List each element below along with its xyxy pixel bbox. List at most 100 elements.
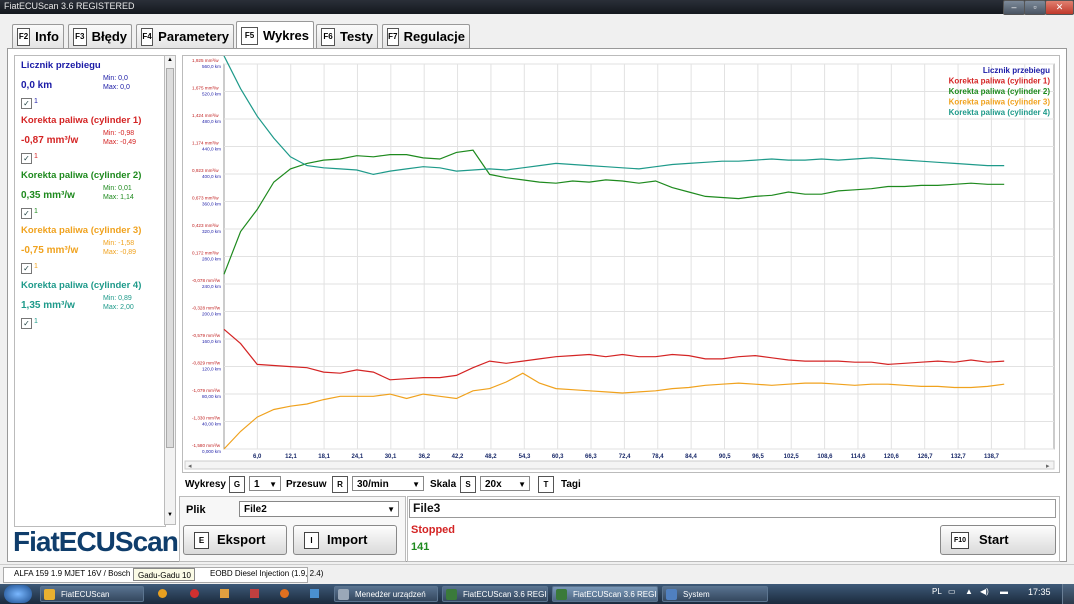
legend-entry: Korekta paliwa (cylinder 2) — [949, 87, 1051, 96]
taskbar-item-fiatecuscan-1[interactable]: FiatECUScan 3.6 REGI... — [442, 586, 548, 602]
sensor-max: Max: 0,0 — [103, 84, 130, 91]
y-tick-label-fuel: 1,675 mm³/w — [192, 86, 219, 91]
y-tick-label-fuel: 1,174 mm³/w — [192, 141, 219, 146]
y-tick-label-km: 480,0 km — [202, 119, 221, 124]
tab-testy[interactable]: F6 Testy — [316, 24, 378, 48]
wykresy-key[interactable]: G — [229, 476, 245, 493]
tab-bledy[interactable]: F3 Błędy — [68, 24, 132, 48]
language-indicator[interactable]: PL — [932, 587, 942, 596]
tooltip: Gadu-Gadu 10 — [133, 568, 195, 581]
folder-icon — [44, 589, 55, 600]
taskbar-item-fiatecuscan[interactable]: FiatECUScan — [40, 586, 144, 602]
volume-icon[interactable]: ◀) — [980, 587, 989, 596]
sensor-min: Min: -0,98 — [103, 130, 135, 137]
y-tick-label-km: 520,0 km — [202, 92, 221, 97]
scroll-down-icon[interactable]: ▼ — [166, 512, 174, 522]
start-button[interactable]: F10 Start — [940, 525, 1056, 555]
eksport-button[interactable]: E Eksport — [183, 525, 287, 555]
legend-entry: Licznik przebiegu — [983, 66, 1050, 75]
sensor-checkbox-label: 1 — [34, 153, 38, 160]
ecu-label: EOBD Diesel Injection (1.9, 2.4) — [210, 569, 324, 578]
app-icon[interactable] — [250, 589, 259, 598]
tab-info[interactable]: F2 Info — [12, 24, 64, 48]
sensor-list-scrollbar[interactable]: ▲ ▼ — [164, 55, 176, 525]
start-orb-icon[interactable] — [4, 585, 32, 603]
sensor-checkbox-label: 1 — [34, 263, 38, 270]
app-icon[interactable] — [190, 589, 199, 598]
x-tick-label: 36,2 — [418, 454, 430, 460]
tab-label: Parametery — [158, 29, 229, 44]
import-button[interactable]: I Import — [293, 525, 397, 555]
sensor-max: Max: -0,49 — [103, 139, 137, 146]
sensor-name: Korekta paliwa (cylinder 2) — [21, 170, 142, 181]
x-tick-label: 78,4 — [652, 454, 664, 460]
taskbar-item-label: Menedżer urządzeń — [355, 590, 426, 599]
app-icon[interactable] — [158, 589, 167, 598]
y-tick-label-fuel: 0,673 mm³/w — [192, 196, 219, 201]
tab-key: F3 — [73, 27, 87, 46]
plik-select[interactable]: File2 ▼ — [239, 501, 399, 517]
scroll-up-icon[interactable]: ▲ — [166, 57, 174, 67]
app-icon[interactable] — [310, 589, 319, 598]
sensor-checkbox[interactable]: ✓ — [21, 98, 32, 109]
system-icon — [666, 589, 677, 600]
przesuw-key[interactable]: R — [332, 476, 348, 493]
x-tick-label: 138,7 — [984, 454, 1000, 460]
tab-label: Regulacje — [403, 29, 465, 44]
x-tick-label: 102,5 — [784, 454, 800, 460]
sensor-value: 0,0 km — [21, 80, 53, 91]
tagi-label: Tagi — [561, 479, 581, 490]
skala-value: 20x — [485, 479, 502, 490]
taskbar-item-system[interactable]: System — [662, 586, 768, 602]
y-tick-label-fuel: 1,424 mm³/w — [192, 113, 219, 118]
vehicle-label: ALFA 159 1.9 MJET 16V / Bosch — [14, 569, 131, 578]
x-tick-label: 72,4 — [619, 454, 631, 460]
tab-key: F7 — [387, 27, 399, 46]
wykresy-select[interactable]: 1 ▼ — [249, 476, 281, 491]
taskbar-item-fiatecuscan-2[interactable]: FiatECUScan 3.6 REGI... — [552, 586, 658, 602]
x-tick-label: 6,0 — [253, 454, 262, 460]
tab-parametery[interactable]: F4 Parametery — [136, 24, 234, 48]
skala-select[interactable]: 20x ▼ — [480, 476, 530, 491]
close-button[interactable]: ✕ — [1045, 0, 1074, 15]
chevron-down-icon: ▼ — [518, 480, 526, 489]
sensor-checkbox[interactable]: ✓ — [21, 263, 32, 274]
fiatecuscan-icon — [556, 589, 567, 600]
sensor-min: Min: 0,0 — [103, 75, 128, 82]
scrollbar-thumb[interactable] — [166, 68, 174, 448]
przesuw-select[interactable]: 30/min ▼ — [352, 476, 424, 491]
skala-key[interactable]: S — [460, 476, 476, 493]
power-icon[interactable]: ▬ — [1000, 587, 1008, 596]
x-tick-label: 114,6 — [851, 454, 866, 460]
app-icon[interactable] — [220, 589, 229, 598]
sensor-checkbox[interactable]: ✓ — [21, 153, 32, 164]
x-tick-label: 126,7 — [918, 454, 934, 460]
y-tick-label-km: 80,00 km — [202, 394, 221, 399]
przesuw-label: Przesuw — [286, 479, 327, 490]
maximize-button[interactable]: ▫ — [1024, 0, 1046, 15]
y-tick-label-km: 560,0 km — [202, 64, 221, 69]
chart-scrollbar — [184, 460, 1055, 470]
tab-key: F4 — [141, 27, 154, 46]
filename-input[interactable]: File3 — [409, 499, 1056, 518]
app-icon[interactable] — [280, 589, 289, 598]
tab-regulacje[interactable]: F7 Regulacje — [382, 24, 470, 48]
x-tick-label: 84,4 — [685, 454, 697, 460]
sensor-checkbox-label: 1 — [34, 98, 38, 105]
wykresy-value: 1 — [254, 479, 260, 490]
network-icon[interactable]: ▭ — [948, 587, 956, 596]
taskbar-item-device-manager[interactable]: Menedżer urządzeń — [334, 586, 438, 602]
show-desktop-button[interactable] — [1062, 584, 1074, 604]
y-tick-label-fuel: -1,079 mm³/w — [192, 388, 221, 393]
sensor-checkbox[interactable]: ✓ — [21, 318, 32, 329]
przesuw-value: 30/min — [357, 479, 389, 490]
tab-wykres[interactable]: F5 Wykres — [236, 21, 314, 49]
tray-expand-icon[interactable]: ▲ — [965, 587, 973, 596]
sensor-checkbox[interactable]: ✓ — [21, 208, 32, 219]
x-tick-label: 66,3 — [585, 454, 597, 460]
minimize-button[interactable]: – — [1003, 0, 1025, 15]
sensor-name: Korekta paliwa (cylinder 4) — [21, 280, 142, 291]
tagi-key[interactable]: T — [538, 476, 554, 493]
y-tick-label-fuel: 1,925 mm³/w — [192, 58, 219, 63]
y-tick-label-km: 440,0 km — [202, 147, 221, 152]
